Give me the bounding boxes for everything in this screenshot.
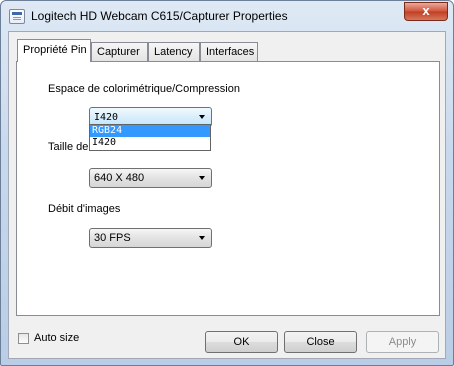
colorspace-value: I420 [94,112,119,123]
framerate-label: Débit d'images [48,203,121,215]
window-title: Logitech HD Webcam C615/Capturer Propert… [31,9,288,23]
apply-button[interactable]: Apply [366,331,439,353]
close-button[interactable]: Close [284,331,357,353]
chevron-down-icon [199,176,205,180]
colorspace-dropdown-list: RGB24 I420 [89,124,211,151]
size-value: 640 X 480 [94,172,145,184]
tab-interfaces[interactable]: Interfaces [200,42,258,61]
tab-propriete-pin[interactable]: Propriété Pin [17,39,91,62]
framerate-value: 30 FPS [94,232,131,244]
dialog-client-area: Propriété Pin Capturer Latency Interface… [8,31,446,359]
size-label: Taille de [48,141,89,153]
auto-size-label: Auto size [34,332,80,344]
chevron-down-icon [199,236,205,240]
dropdown-option-rgb24[interactable]: RGB24 [90,125,210,137]
auto-size-checkbox[interactable] [18,333,29,344]
tab-panel-propriete-pin: Espace de colorimétrique/Compression I42… [16,61,440,316]
dialog-window: Logitech HD Webcam C615/Capturer Propert… [0,0,454,366]
tab-capturer[interactable]: Capturer [91,42,148,61]
framerate-combobox[interactable]: 30 FPS [89,228,212,248]
title-bar[interactable]: Logitech HD Webcam C615/Capturer Propert… [1,1,453,31]
properties-app-icon [9,9,25,24]
dropdown-option-i420[interactable]: I420 [90,137,210,149]
chevron-down-icon [199,115,205,119]
close-window-button[interactable]: x [404,2,448,21]
ok-button[interactable]: OK [205,331,278,353]
size-combobox[interactable]: 640 X 480 [89,168,212,188]
colorspace-label: Espace de colorimétrique/Compression [48,83,240,95]
tab-latency[interactable]: Latency [148,42,200,61]
